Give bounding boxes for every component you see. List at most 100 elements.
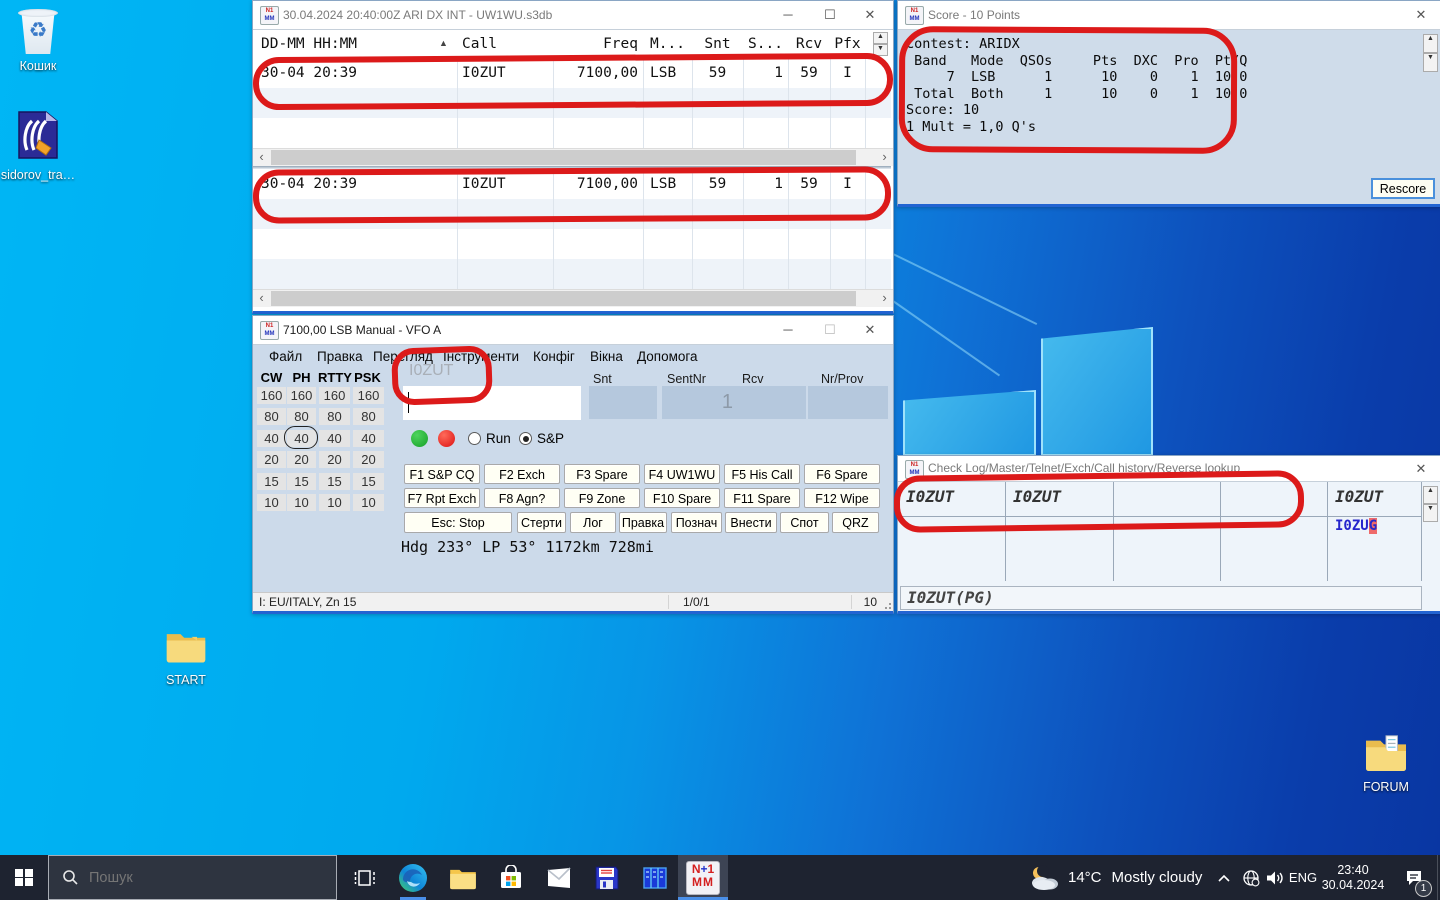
band-cell-psk-160[interactable]: 160 — [353, 387, 384, 404]
menu-tools[interactable]: Інструменти — [443, 349, 519, 364]
edit-button[interactable]: Правка — [619, 512, 667, 533]
taskbar-file-explorer[interactable] — [440, 855, 486, 900]
snt-field[interactable] — [589, 386, 657, 419]
esc-stop-button[interactable]: Esc: Stop — [404, 512, 512, 533]
log-qso-row[interactable]: 30-04 20:39 I0ZUT 7100,00 LSB 59 1 59 I — [253, 169, 891, 199]
sp-radio-label[interactable]: S&P — [537, 431, 564, 446]
resize-grip[interactable] — [881, 599, 891, 609]
run-radio-label[interactable]: Run — [486, 431, 511, 446]
notification-center-button[interactable]: 1 — [1392, 855, 1436, 900]
col-header-rcv[interactable]: Rcv — [788, 30, 830, 58]
rescore-button[interactable]: Rescore — [1371, 178, 1435, 199]
col-header-datetime[interactable]: DD-MM HH:MM — [253, 30, 457, 58]
nrprov-field[interactable] — [808, 386, 888, 419]
close-icon[interactable]: ✕ — [853, 1, 887, 29]
start-button[interactable] — [0, 855, 48, 900]
taskbar-store[interactable] — [488, 855, 534, 900]
qrz-button[interactable]: QRZ — [832, 512, 879, 533]
log-qso-row[interactable]: 30-04 20:39 I0ZUT 7100,00 LSB 59 1 59 I — [253, 58, 891, 88]
band-cell-rtty-10[interactable]: 10 — [319, 494, 350, 511]
minimize-icon[interactable]: ─ — [771, 1, 805, 29]
search-box[interactable] — [48, 855, 337, 900]
fkey-f4[interactable]: F4 UW1WU — [644, 464, 720, 484]
check-spinner[interactable]: ▲ ▼ — [1423, 486, 1438, 522]
store-button[interactable]: Внести — [725, 512, 777, 533]
fkey-f10[interactable]: F10 Spare — [644, 488, 720, 508]
band-cell-rtty-15[interactable]: 15 — [319, 473, 350, 490]
check-suggestion[interactable]: I0ZUG — [1335, 518, 1377, 534]
band-cell-ph-10[interactable]: 10 — [287, 494, 316, 511]
band-cell-ph-15[interactable]: 15 — [287, 473, 316, 490]
task-view-button[interactable] — [344, 855, 386, 900]
scroll-left-icon[interactable]: ‹ — [253, 290, 270, 307]
fkey-f1[interactable]: F1 S&P CQ — [404, 464, 480, 484]
tray-volume[interactable] — [1262, 855, 1288, 900]
spot-button[interactable]: Спот — [780, 512, 829, 533]
col-header-serial[interactable]: S... — [743, 30, 788, 58]
score-spinner[interactable]: ▲ ▼ — [1423, 34, 1438, 72]
scroll-right-icon[interactable]: › — [876, 290, 893, 307]
maximize-icon[interactable]: ☐ — [813, 316, 847, 344]
menu-file[interactable]: Файл — [269, 349, 302, 364]
taskbar-n1mm-active[interactable]: N+1 MM — [678, 855, 728, 900]
run-radio[interactable] — [468, 432, 481, 445]
wipe-button[interactable]: Стерти — [517, 512, 566, 533]
spin-down-icon[interactable]: ▼ — [1423, 53, 1438, 72]
log-lower-hscrollbar[interactable]: ‹ › — [253, 289, 893, 307]
menu-config[interactable]: Конфіг — [533, 349, 575, 364]
taskbar-archive-app[interactable] — [632, 855, 678, 900]
desktop-icon-forum-folder[interactable]: FORUM — [1348, 732, 1424, 794]
menu-help[interactable]: Допомога — [637, 349, 698, 364]
col-header-pfx[interactable]: Pfx — [830, 30, 865, 58]
band-cell-psk-10[interactable]: 10 — [353, 494, 384, 511]
menu-windows[interactable]: Вікна — [590, 349, 623, 364]
taskbar-edge[interactable] — [390, 855, 436, 900]
tray-clock[interactable]: 23:40 30.04.2024 — [1320, 855, 1386, 900]
fkey-f7[interactable]: F7 Rpt Exch — [404, 488, 480, 508]
band-cell-rtty-20[interactable]: 20 — [319, 451, 350, 468]
check-col-history[interactable]: I0ZUT — [1335, 487, 1383, 506]
fkey-f3[interactable]: F3 Spare — [564, 464, 640, 484]
menu-edit[interactable]: Правка — [317, 349, 363, 364]
band-cell-rtty-40[interactable]: 40 — [319, 430, 350, 447]
fkey-f12[interactable]: F12 Wipe — [804, 488, 880, 508]
spin-up-icon[interactable]: ▲ — [1423, 486, 1438, 504]
band-cell-cw-15[interactable]: 15 — [257, 473, 286, 490]
band-cell-cw-10[interactable]: 10 — [257, 494, 286, 511]
score-window-titlebar[interactable]: N1MM Score - 10 Points ✕ — [898, 1, 1440, 30]
sentnr-field[interactable]: 1 — [662, 386, 740, 419]
check-window-titlebar[interactable]: N1MM Check Log/Master/Telnet/Exch/Call h… — [898, 456, 1440, 482]
fkey-f6[interactable]: F6 Spare — [804, 464, 880, 484]
fkey-f5[interactable]: F5 His Call — [724, 464, 800, 484]
col-header-snt[interactable]: Snt — [692, 30, 743, 58]
log-button[interactable]: Лог — [570, 512, 616, 533]
col-header-mode[interactable]: M... — [643, 30, 692, 58]
fkey-f8[interactable]: F8 Agn? — [484, 488, 560, 508]
fkey-f11[interactable]: F11 Spare — [724, 488, 800, 508]
tray-chevron[interactable] — [1212, 855, 1236, 900]
band-cell-ph-160[interactable]: 160 — [287, 387, 316, 404]
close-icon[interactable]: ✕ — [1404, 1, 1438, 29]
fkey-f9[interactable]: F9 Zone — [564, 488, 640, 508]
minimize-icon[interactable]: ─ — [771, 316, 805, 344]
weather-widget[interactable]: 14°C Mostly cloudy — [1028, 855, 1208, 900]
close-icon[interactable]: ✕ — [1404, 456, 1438, 481]
scroll-left-icon[interactable]: ‹ — [253, 149, 270, 166]
band-cell-cw-20[interactable]: 20 — [257, 451, 286, 468]
band-cell-rtty-160[interactable]: 160 — [319, 387, 350, 404]
spin-down-icon[interactable]: ▼ — [1423, 504, 1438, 522]
desktop-icon-start-folder[interactable]: START — [148, 627, 224, 687]
band-cell-cw-40[interactable]: 40 — [257, 430, 286, 447]
taskbar-mail[interactable] — [536, 855, 582, 900]
maximize-icon[interactable]: ☐ — [813, 1, 847, 29]
fkey-f2[interactable]: F2 Exch — [484, 464, 560, 484]
band-cell-cw-160[interactable]: 160 — [257, 387, 286, 404]
sp-radio[interactable] — [519, 432, 532, 445]
log-header-spinner[interactable]: ▲ ▼ — [873, 32, 888, 56]
col-header-freq[interactable]: Freq — [553, 30, 643, 58]
band-cell-ph-20[interactable]: 20 — [287, 451, 316, 468]
col-header-call[interactable]: Call — [457, 30, 553, 58]
callsign-input[interactable] — [403, 386, 581, 420]
spin-down-icon[interactable]: ▼ — [873, 44, 888, 56]
band-cell-psk-20[interactable]: 20 — [353, 451, 384, 468]
